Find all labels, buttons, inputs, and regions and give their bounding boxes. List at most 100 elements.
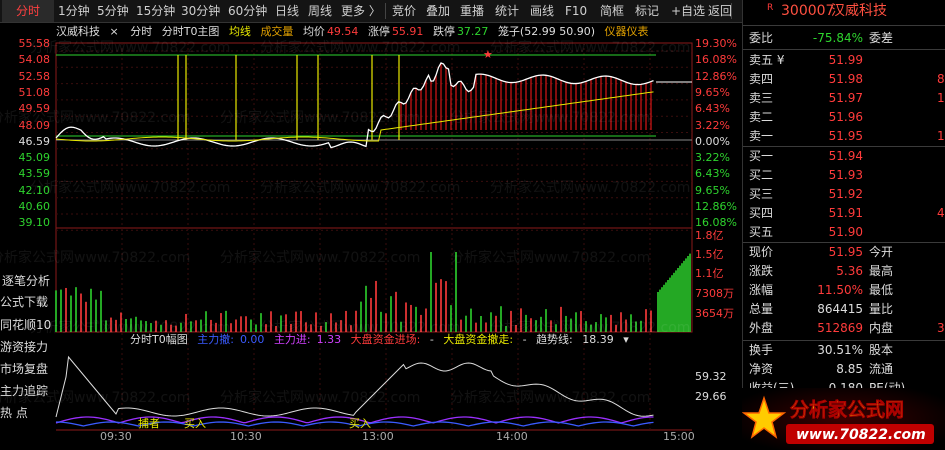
pct-tick-right: 16.08% (695, 53, 737, 66)
quote-value: 11.50% (801, 281, 863, 300)
toolbar-item-14[interactable]: F10 (565, 0, 587, 22)
bid-row[interactable]: 买三 51.92 (747, 185, 945, 204)
sub-trend-label: 趋势线: (536, 333, 573, 346)
ask-label: 卖四 (749, 70, 773, 89)
toolbar-item-8[interactable]: 更多 〉 (341, 0, 381, 22)
watermark: 分析家公式网www.70822.com (0, 389, 190, 406)
toolbar-item-15[interactable]: 简框 (600, 0, 624, 22)
trend-line (56, 357, 654, 417)
bid-volume: 4 (937, 204, 945, 223)
time-tick: 15:00 (663, 430, 695, 443)
pct-tick-right: 16.08% (695, 216, 737, 229)
price-tick-left: 45.09 (2, 151, 50, 164)
ask-row[interactable]: 卖二 51.96 (747, 108, 945, 127)
toolbar-item-18[interactable]: 返回 (708, 0, 732, 22)
logo-url: www.70822.com (796, 427, 926, 443)
price-tick-left: 46.59 (2, 135, 50, 148)
watermark: 分析家公式网www.70822.com (490, 179, 690, 196)
sub-mark: 买入 (349, 417, 371, 430)
volume-tick: 3654万 (695, 307, 734, 320)
toolbar-item-16[interactable]: 标记 (635, 0, 659, 22)
toolbar-item-11[interactable]: 重播 (460, 0, 484, 22)
sub-mark: 捕者 (138, 416, 160, 430)
pct-tick-right: 9.65% (695, 184, 730, 197)
legend-mode: 分时 (130, 25, 152, 38)
pct-tick-right: 19.30% (695, 37, 737, 50)
pct-tick-right: 9.65% (695, 86, 730, 99)
watermark: 分析家公式网www.70822.com (220, 109, 420, 126)
bid-price: 51.94 (801, 147, 863, 166)
logo-title: 分析家公式网 (790, 398, 904, 421)
legend-stock-name: 汉威科技 (56, 25, 100, 38)
quote-panel: R 300007 汉威科技 委比 -75.84% 委差 卖五 ¥51.99 卖四 5… (742, 0, 945, 450)
sub-title[interactable]: 分时T0幅图 (130, 333, 188, 346)
divider (743, 49, 945, 50)
legend-instrument[interactable]: 仪器仪表 (605, 25, 649, 38)
bid-label: 买四 (749, 204, 773, 223)
ask-label: 卖三 (749, 89, 773, 108)
sub-big-sep: - (430, 333, 434, 346)
ask-row[interactable]: 卖三 51.97 1 (747, 89, 945, 108)
legend-avg-price-label: 均价 (303, 25, 325, 38)
legend-volume: 成交量 (260, 25, 293, 38)
site-logo: 分析家公式网 www.70822.com (742, 388, 945, 450)
pct-tick-right: 6.43% (695, 102, 730, 115)
quote-value: 5.36 (801, 262, 863, 281)
intraday-chart[interactable]: ★捕者 买入 买入分析家公式网www.70822.com 分析家公式网www.7082… (0, 22, 742, 450)
toolbar-item-1[interactable]: 1分钟 (58, 0, 90, 22)
watermark: 分析家公式网www.70822.com (220, 389, 420, 406)
price-tick-left: 55.58 (2, 37, 50, 50)
bid-price: 51.91 (801, 204, 863, 223)
quote-value-2: 3 (937, 319, 945, 338)
main-chart-legend: 汉威科技 × 分时 分时T0主图 均线 成交量 均价 49.54 涨停 55.91 … (56, 24, 655, 40)
stat-row: 换手 30.51% 股本 (747, 341, 945, 360)
pct-tick-right: 3.22% (695, 151, 730, 164)
stat-value: 30.51% (801, 341, 863, 360)
legend-indicator[interactable]: 分时T0主图 (162, 25, 220, 38)
price-tick-left: 42.10 (2, 184, 50, 197)
toolbar-item-13[interactable]: 画线 (530, 0, 554, 22)
legend-avg-price: 49.54 (327, 25, 359, 38)
ask-price: 51.96 (801, 108, 863, 127)
toolbar-item-12[interactable]: 统计 (495, 0, 519, 22)
bid-row[interactable]: 买一 51.94 (747, 147, 945, 166)
bid-row[interactable]: 买五 51.90 (747, 223, 945, 242)
sub-tick: 59.32 (695, 370, 727, 383)
quote-label-2: 今开 (869, 243, 893, 262)
toolbar-item-2[interactable]: 5分钟 (97, 0, 129, 22)
price-tick-left: 43.59 (2, 167, 50, 180)
sub-tick: 29.66 (695, 390, 727, 403)
toolbar-item-3[interactable]: 15分钟 (136, 0, 175, 22)
quote-label-2: 量比 (869, 300, 893, 319)
stat-value: 8.85 (801, 360, 863, 379)
watermark: 分析家公式网www.70822.com (30, 39, 230, 56)
watermark: 分析家公式网www.70822.com (0, 249, 190, 266)
toolbar-item-7[interactable]: 周线 (308, 0, 332, 22)
toolbar-item-0[interactable]: 分时 (2, 0, 54, 22)
ask-row[interactable]: 卖四 51.98 8 (747, 70, 945, 89)
toolbar-item-9[interactable]: 竞价 (392, 0, 416, 22)
ask-row[interactable]: 卖五 ¥ 51.99 (747, 51, 945, 70)
bid-price: 51.92 (801, 185, 863, 204)
time-tick: 14:00 (496, 430, 528, 443)
sub-big-out: 大盘资金撤走: (443, 333, 513, 346)
quote-row: 总量 864415 量比 (747, 300, 945, 319)
legend-avg-line: 均线 (229, 25, 251, 38)
price-tick-left: 52.58 (2, 70, 50, 83)
sub-dropdown-icon[interactable]: ▾ (623, 333, 629, 346)
bid-row[interactable]: 买二 51.93 (747, 166, 945, 185)
volume-tick: 7308万 (695, 287, 734, 300)
stat-label-2: 股本 (869, 341, 893, 360)
toolbar-item-6[interactable]: 日线 (275, 0, 299, 22)
toolbar-item-10[interactable]: 叠加 (426, 0, 450, 22)
bid-row[interactable]: 买四 51.91 4 (747, 204, 945, 223)
ask-row[interactable]: 卖一 51.95 13 (747, 127, 945, 146)
toolbar-item-17[interactable]: +自选 (671, 0, 705, 22)
legend-close-icon[interactable]: × (110, 25, 119, 38)
order-ratio: -75.84% (801, 29, 863, 48)
watermark: 分析家公式网www.70822.com (450, 389, 650, 406)
toolbar-item-4[interactable]: 30分钟 (181, 0, 220, 22)
toolbar-item-5[interactable]: 60分钟 (228, 0, 267, 22)
sub-mark: 买入 (184, 417, 206, 430)
order-ratio-label: 委比 (749, 29, 773, 48)
